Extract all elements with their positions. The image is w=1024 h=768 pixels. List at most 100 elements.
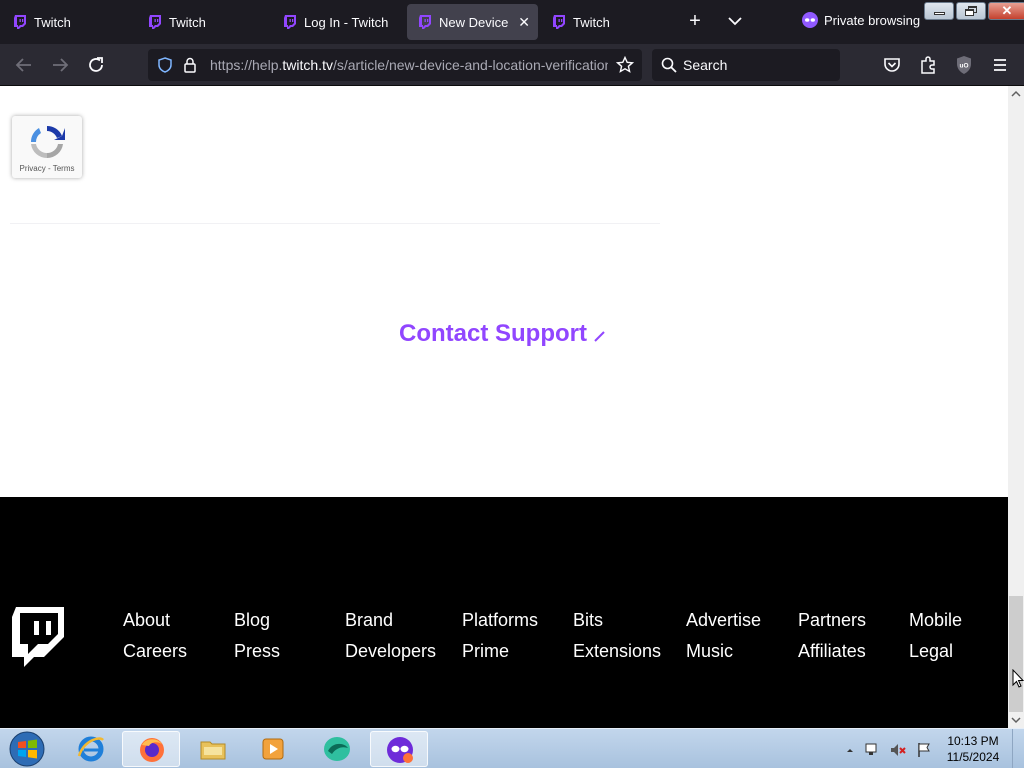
taskbar-app-green[interactable]	[306, 731, 364, 767]
volume-muted-icon[interactable]	[889, 741, 907, 759]
tab-new-device[interactable]: New Device and Location Verification ✕	[407, 4, 538, 40]
site-footer: About Blog Brand Platforms Bits Advertis…	[0, 497, 1008, 728]
search-placeholder: Search	[683, 57, 728, 73]
green-app-icon	[324, 737, 350, 761]
recaptcha-links[interactable]: Privacy - Terms	[12, 164, 82, 173]
scroll-up-arrow-icon[interactable]	[1008, 86, 1024, 102]
taskbar-media-player[interactable]	[244, 731, 302, 767]
hamburger-menu-icon[interactable]	[988, 53, 1012, 77]
taskbar-internet-explorer[interactable]	[62, 731, 120, 767]
minimize-button[interactable]	[924, 2, 954, 20]
taskbar-file-explorer[interactable]	[184, 731, 242, 767]
firefox-private-icon	[387, 737, 413, 763]
list-all-tabs-chevron-icon[interactable]	[724, 10, 746, 32]
twitch-favicon-icon	[149, 15, 161, 29]
restore-button[interactable]	[956, 2, 986, 20]
url-text[interactable]: https://help.twitch.tv/s/article/new-dev…	[210, 57, 608, 73]
footer-link-advertise[interactable]: Advertise	[686, 610, 761, 631]
footer-link-careers[interactable]: Careers	[123, 641, 187, 662]
twitch-favicon-icon	[284, 15, 296, 29]
footer-link-affiliates[interactable]: Affiliates	[798, 641, 866, 662]
scrollbar-thumb[interactable]	[1009, 596, 1023, 712]
external-link-icon	[594, 331, 605, 342]
scroll-down-arrow-icon[interactable]	[1008, 712, 1024, 728]
media-player-icon	[262, 738, 284, 760]
url-prefix: https://help.	[210, 57, 283, 73]
windows-taskbar: 10:13 PM 11/5/2024	[0, 728, 1024, 768]
folder-icon	[200, 741, 226, 760]
ublock-origin-shield-icon[interactable]: uO	[952, 53, 976, 77]
footer-link-mobile[interactable]: Mobile	[909, 610, 962, 631]
tab-log-in-twitch[interactable]: Log In - Twitch	[276, 4, 404, 40]
search-icon	[661, 57, 677, 73]
private-browsing-label: Private browsing	[824, 12, 921, 28]
twitch-glitch-logo-icon[interactable]	[12, 607, 64, 667]
recaptcha-badge[interactable]: Privacy - Terms	[12, 116, 82, 178]
firefox-icon	[140, 738, 164, 762]
tab-label: Twitch	[573, 14, 610, 30]
twitch-favicon-icon	[14, 15, 26, 29]
taskbar-firefox-private[interactable]	[370, 731, 428, 767]
footer-link-music[interactable]: Music	[686, 641, 733, 662]
taskbar-firefox[interactable]	[122, 731, 180, 767]
contact-support-label: Contact Support	[399, 320, 587, 347]
forward-arrow-icon[interactable]	[48, 53, 72, 77]
tracking-protection-shield-icon[interactable]	[156, 56, 174, 74]
vertical-scrollbar[interactable]	[1008, 86, 1024, 728]
page-content: Privacy - Terms Contact Support About Bl…	[0, 86, 1008, 728]
svg-text:uO: uO	[959, 63, 968, 70]
pocket-icon[interactable]	[880, 53, 904, 77]
bookmark-star-icon[interactable]	[616, 56, 634, 74]
private-browsing-indicator: Private browsing	[802, 12, 920, 28]
twitch-favicon-icon	[419, 15, 431, 29]
action-center-flag-icon[interactable]	[915, 741, 933, 759]
footer-link-platforms[interactable]: Platforms	[462, 610, 538, 631]
footer-link-prime[interactable]: Prime	[462, 641, 509, 662]
footer-link-partners[interactable]: Partners	[798, 610, 866, 631]
footer-link-extensions[interactable]: Extensions	[573, 641, 661, 662]
windows-start-orb-icon[interactable]	[7, 730, 47, 768]
section-divider	[10, 223, 660, 224]
footer-link-developers[interactable]: Developers	[345, 641, 436, 662]
url-path: /s/article/new-device-and-location-verif…	[332, 57, 608, 73]
footer-link-blog[interactable]: Blog	[234, 610, 270, 631]
close-tab-icon[interactable]: ✕	[518, 14, 530, 31]
address-bar[interactable]: https://help.twitch.tv/s/article/new-dev…	[148, 49, 642, 81]
footer-link-press[interactable]: Press	[234, 641, 280, 662]
reload-icon[interactable]	[84, 53, 108, 77]
close-window-button[interactable]: ✕	[988, 2, 1024, 20]
footer-link-legal[interactable]: Legal	[909, 641, 953, 662]
url-host: twitch.tv	[282, 57, 333, 73]
back-arrow-icon[interactable]	[12, 53, 36, 77]
tab-twitch-1[interactable]: Twitch	[6, 4, 134, 40]
footer-link-about[interactable]: About	[123, 610, 170, 631]
window-controls: ✕	[924, 2, 1024, 20]
tab-label: Log In - Twitch	[304, 14, 389, 30]
browser-window: Twitch Twitch Log In - Twitch New Device…	[0, 0, 1024, 768]
private-browsing-mask-icon	[802, 12, 818, 28]
tab-label: Twitch	[34, 14, 71, 30]
navigation-toolbar: https://help.twitch.tv/s/article/new-dev…	[0, 44, 1024, 86]
clock-time: 10:13 PM	[947, 734, 999, 748]
contact-support-link[interactable]: Contact Support	[399, 320, 607, 348]
internet-explorer-icon	[77, 736, 104, 762]
recaptcha-logo-icon	[30, 125, 65, 159]
network-icon[interactable]	[863, 741, 881, 759]
tab-twitch-3[interactable]: Twitch	[545, 4, 673, 40]
show-desktop-button[interactable]	[1012, 729, 1024, 768]
tab-twitch-2[interactable]: Twitch	[141, 4, 269, 40]
new-tab-plus-icon[interactable]: +	[684, 10, 706, 32]
footer-link-brand[interactable]: Brand	[345, 610, 393, 631]
tab-strip: Twitch Twitch Log In - Twitch New Device…	[0, 0, 1024, 44]
search-bar[interactable]: Search	[652, 49, 840, 81]
clock-date: 11/5/2024	[946, 750, 1000, 764]
extensions-puzzle-icon[interactable]	[916, 53, 940, 77]
tab-label: New Device and Location Verification	[439, 14, 512, 30]
show-hidden-icons-chevron-icon[interactable]	[845, 745, 855, 755]
mouse-cursor-icon	[1012, 669, 1024, 688]
system-tray	[845, 741, 933, 759]
taskbar-clock[interactable]: 10:13 PM 11/5/2024	[940, 733, 1006, 765]
lock-icon[interactable]	[182, 56, 198, 74]
twitch-favicon-icon	[553, 15, 565, 29]
footer-link-bits[interactable]: Bits	[573, 610, 603, 631]
